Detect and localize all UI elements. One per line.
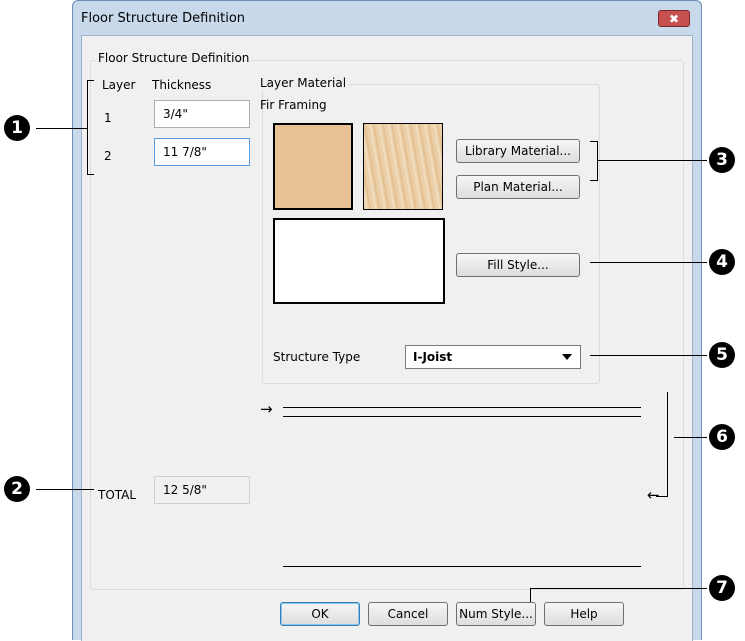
- cancel-button[interactable]: Cancel: [368, 602, 448, 626]
- layer-material-group-label: Layer Material: [258, 76, 349, 90]
- layer-line: [283, 407, 641, 408]
- close-icon[interactable]: ✖: [658, 10, 690, 27]
- material-name: Fir Framing: [260, 98, 327, 112]
- callout-3-bracket: [590, 180, 598, 181]
- window-title: Floor Structure Definition: [81, 11, 246, 26]
- structure-type-label: Structure Type: [273, 350, 361, 364]
- layer-number: 1: [104, 111, 112, 125]
- callout-badge-2: 2: [4, 476, 30, 502]
- callout-badge-7: 7: [709, 575, 735, 601]
- callout-badge-6: 6: [709, 424, 735, 450]
- library-material-button[interactable]: Library Material...: [456, 139, 580, 163]
- layer-line: [283, 416, 641, 417]
- thickness-column-header: Thickness: [152, 78, 212, 92]
- callout-3-leader: [597, 160, 707, 161]
- structure-type-dropdown[interactable]: I-Joist: [405, 345, 581, 369]
- dialog-window: Floor Structure Definition ✖ Floor Struc…: [72, 0, 702, 641]
- num-style-button[interactable]: Num Style...: [456, 602, 536, 626]
- wood-texture-swatch: [363, 123, 443, 210]
- callout-badge-5: 5: [709, 342, 735, 368]
- callout-7-leader: [530, 588, 531, 602]
- fill-style-preview: [273, 218, 445, 304]
- help-button[interactable]: Help: [544, 602, 624, 626]
- structure-type-value: I-Joist: [413, 350, 453, 364]
- title-bar[interactable]: Floor Structure Definition ✖: [73, 1, 701, 35]
- callout-3-bracket: [597, 141, 598, 181]
- total-label: TOTAL: [98, 488, 137, 502]
- callout-badge-1: 1: [4, 115, 30, 141]
- callout-7-leader: [530, 588, 707, 589]
- chevron-down-icon: [562, 354, 572, 360]
- arrow-right-icon: →: [260, 400, 273, 418]
- material-color-swatch: [273, 123, 353, 210]
- fill-style-button[interactable]: Fill Style...: [456, 253, 580, 277]
- floor-structure-group-label: Floor Structure Definition: [96, 51, 252, 65]
- callout-1-leader: [36, 128, 88, 129]
- callout-badge-3: 3: [709, 147, 735, 173]
- layer-number: 2: [104, 149, 112, 163]
- callout-5-leader: [590, 355, 707, 356]
- plan-material-button[interactable]: Plan Material...: [456, 175, 580, 199]
- callout-2-leader: [36, 489, 94, 490]
- callout-1-bracket: [87, 174, 94, 175]
- callout-1-bracket: [87, 80, 94, 81]
- total-thickness-value: 12 5/8": [154, 476, 250, 504]
- layer-column-header: Layer: [102, 78, 136, 92]
- arrow-left-icon: ←: [647, 486, 660, 504]
- thickness-field[interactable]: 3/4": [154, 100, 250, 128]
- callout-badge-4: 4: [709, 249, 735, 275]
- callout-6-leader: [674, 437, 707, 438]
- layer-line: [283, 566, 641, 567]
- dialog-body: Floor Structure Definition Layer Thickne…: [81, 35, 693, 641]
- thickness-field[interactable]: 11 7/8": [154, 138, 250, 166]
- bracket-line: [667, 392, 668, 496]
- callout-4-leader: [590, 262, 707, 263]
- ok-button[interactable]: OK: [280, 602, 360, 626]
